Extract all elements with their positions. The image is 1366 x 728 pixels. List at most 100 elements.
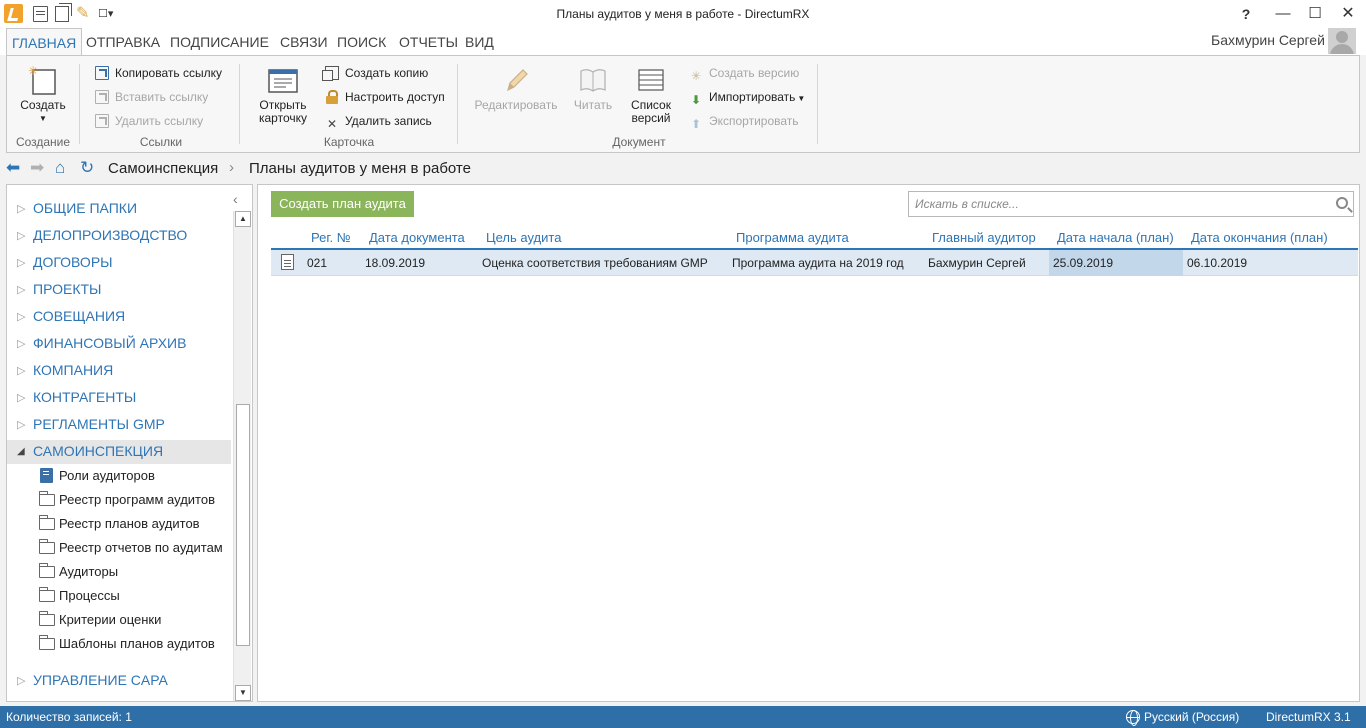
create-audit-plan-button[interactable]: Создать план аудита xyxy=(271,191,414,217)
nav-item-label: РЕГЛАМЕНТЫ GMP xyxy=(33,416,165,432)
copy-icon xyxy=(322,66,339,81)
sub-item-reports-registry[interactable]: Реестр отчетов по аудитам xyxy=(39,538,231,560)
open-card-button[interactable]: Открыть карточку xyxy=(251,64,315,125)
column-doc-date[interactable]: Дата документа xyxy=(369,230,465,245)
expand-arrow-icon: ▷ xyxy=(17,257,26,269)
column-reg-no[interactable]: Рег. № xyxy=(311,230,351,245)
paste-link-button[interactable]: Вставить ссылку xyxy=(95,88,208,108)
import-button[interactable]: ⬇ Импортировать ▼ xyxy=(689,88,805,108)
globe-icon[interactable] xyxy=(1126,710,1140,726)
folder-icon xyxy=(39,491,55,506)
create-button[interactable]: ✳ Создать ▼ xyxy=(17,64,69,125)
nav-item-company[interactable]: ▷ КОМПАНИЯ xyxy=(7,359,231,383)
column-auditor[interactable]: Главный аудитор xyxy=(932,230,1036,245)
sub-item-criteria[interactable]: Критерии оценки xyxy=(39,610,231,632)
breadcrumb-separator-icon: › xyxy=(229,159,234,176)
folder-icon xyxy=(39,611,55,626)
group-create-label: Создание xyxy=(15,135,71,149)
search-icon[interactable] xyxy=(1336,197,1348,209)
edit-button[interactable]: Редактировать xyxy=(473,64,559,112)
nav-item-capa[interactable]: ▷ УПРАВЛЕНИЕ CAPA xyxy=(7,669,231,693)
delete-record-label: Удалить запись xyxy=(345,114,432,128)
tab-send[interactable]: ОТПРАВКА xyxy=(86,34,160,50)
scroll-down-icon[interactable]: ▼ xyxy=(235,685,251,701)
access-button[interactable]: Настроить доступ xyxy=(325,88,445,108)
sub-item-label: Аудиторы xyxy=(59,564,119,579)
sub-item-plans-registry[interactable]: Реестр планов аудитов xyxy=(39,514,231,536)
ribbon-tabs: ГЛАВНАЯ ОТПРАВКА ПОДПИСАНИЕ СВЯЗИ ПОИСК … xyxy=(0,28,1366,56)
tab-view[interactable]: ВИД xyxy=(465,34,494,50)
cell-start-date: 25.09.2019 xyxy=(1053,256,1114,270)
column-end-date[interactable]: Дата окончания (план) xyxy=(1191,230,1328,245)
versions-button[interactable]: Список версий xyxy=(627,64,675,125)
sub-item-programs-registry[interactable]: Реестр программ аудитов xyxy=(39,490,231,512)
search-input[interactable] xyxy=(915,196,1315,212)
collapse-panel-icon[interactable]: ‹ xyxy=(233,191,238,207)
sub-item-processes[interactable]: Процессы xyxy=(39,586,231,608)
nav-scrollbar[interactable]: ▲ ▼ xyxy=(233,211,251,701)
column-start-date[interactable]: Дата начала (план) xyxy=(1057,230,1174,245)
records-table: Рег. № Дата документа Цель аудита Програ… xyxy=(271,225,1358,276)
close-button[interactable]: ✕ xyxy=(1336,4,1360,24)
create-copy-button[interactable]: Создать копию xyxy=(322,64,428,84)
folder-icon xyxy=(39,515,55,530)
lock-icon xyxy=(325,90,339,104)
create-version-button[interactable]: ✳ Создать версию xyxy=(689,64,799,84)
copy-link-button[interactable]: Копировать ссылку xyxy=(95,64,222,84)
breadcrumb-selfinspection[interactable]: Самоинспекция xyxy=(108,160,218,177)
expand-arrow-icon: ▷ xyxy=(17,365,26,377)
nav-item-label: ФИНАНСОВЫЙ АРХИВ xyxy=(33,335,187,351)
nav-item-projects[interactable]: ▷ ПРОЕКТЫ xyxy=(7,278,231,302)
read-button[interactable]: Читать xyxy=(569,64,617,112)
nav-item-selfinspection[interactable]: ◢ САМОИНСПЕКЦИЯ xyxy=(7,440,231,464)
table-row[interactable]: 021 18.09.2019 Оценка соответствия требо… xyxy=(271,250,1358,276)
sub-item-plan-templates[interactable]: Шаблоны планов аудитов xyxy=(39,634,231,656)
tab-links[interactable]: СВЯЗИ xyxy=(280,34,328,50)
tab-search[interactable]: ПОИСК xyxy=(337,34,386,50)
column-goal[interactable]: Цель аудита xyxy=(486,230,561,245)
nav-item-finance-archive[interactable]: ▷ ФИНАНСОВЫЙ АРХИВ xyxy=(7,332,231,356)
nav-item-label: ОБЩИЕ ПАПКИ xyxy=(33,200,138,216)
nav-item-meetings[interactable]: ▷ СОВЕЩАНИЯ xyxy=(7,305,231,329)
export-button[interactable]: ⬆ Экспортировать xyxy=(689,112,799,132)
expand-arrow-icon: ▷ xyxy=(17,338,26,350)
forward-arrow-icon[interactable]: ➡ xyxy=(30,159,44,176)
import-label: Импортировать xyxy=(709,90,796,104)
user-name[interactable]: Бахмурин Сергей xyxy=(1211,32,1325,48)
sub-item-auditor-roles[interactable]: Роли аудиторов xyxy=(39,466,231,488)
nav-item-records[interactable]: ▷ ДЕЛОПРОИЗВОДСТВО xyxy=(7,224,231,248)
cell-reg-no: 021 xyxy=(307,256,328,270)
folder-icon xyxy=(39,539,55,554)
sub-item-label: Реестр отчетов по аудитам xyxy=(59,540,223,555)
nav-item-shared-folders[interactable]: ▷ ОБЩИЕ ПАПКИ xyxy=(7,197,231,221)
delete-link-button[interactable]: Удалить ссылку xyxy=(95,112,203,132)
delete-record-button[interactable]: ✕ Удалить запись xyxy=(325,112,432,132)
nav-item-gmp-regulations[interactable]: ▷ РЕГЛАМЕНТЫ GMP xyxy=(7,413,231,437)
home-icon[interactable]: ⌂ xyxy=(55,159,65,176)
language-indicator[interactable]: Русский (Россия) xyxy=(1144,710,1239,724)
breadcrumb-current: Планы аудитов у меня в работе xyxy=(249,160,471,177)
scroll-up-icon[interactable]: ▲ xyxy=(235,211,251,227)
tab-home[interactable]: ГЛАВНАЯ xyxy=(6,28,83,56)
sub-item-auditors[interactable]: Аудиторы xyxy=(39,562,231,584)
nav-item-label: САМОИНСПЕКЦИЯ xyxy=(33,443,164,459)
edit-label: Редактировать xyxy=(474,98,558,112)
back-arrow-icon[interactable]: ⬅ xyxy=(6,159,20,176)
help-button[interactable]: ? xyxy=(1234,4,1258,24)
search-box[interactable] xyxy=(908,191,1354,217)
access-label: Настроить доступ xyxy=(345,90,445,104)
nav-item-contracts[interactable]: ▷ ДОГОВОРЫ xyxy=(7,251,231,275)
tab-reports[interactable]: ОТЧЕТЫ xyxy=(399,34,458,50)
export-label: Экспортировать xyxy=(709,114,799,128)
avatar[interactable] xyxy=(1328,28,1356,54)
tab-sign[interactable]: ПОДПИСАНИЕ xyxy=(170,34,269,50)
expand-arrow-icon: ▷ xyxy=(17,675,26,687)
minimize-button[interactable]: — xyxy=(1271,4,1295,24)
group-links-label: Ссылки xyxy=(139,135,183,149)
column-program[interactable]: Программа аудита xyxy=(736,230,849,245)
scroll-thumb[interactable] xyxy=(236,404,250,646)
refresh-icon[interactable]: ↻ xyxy=(80,159,94,176)
title-bar: ✎ ☐▾ Планы аудитов у меня в работе - Dir… xyxy=(0,0,1366,28)
nav-item-counterparties[interactable]: ▷ КОНТРАГЕНТЫ xyxy=(7,386,231,410)
maximize-button[interactable]: ☐ xyxy=(1303,4,1327,24)
